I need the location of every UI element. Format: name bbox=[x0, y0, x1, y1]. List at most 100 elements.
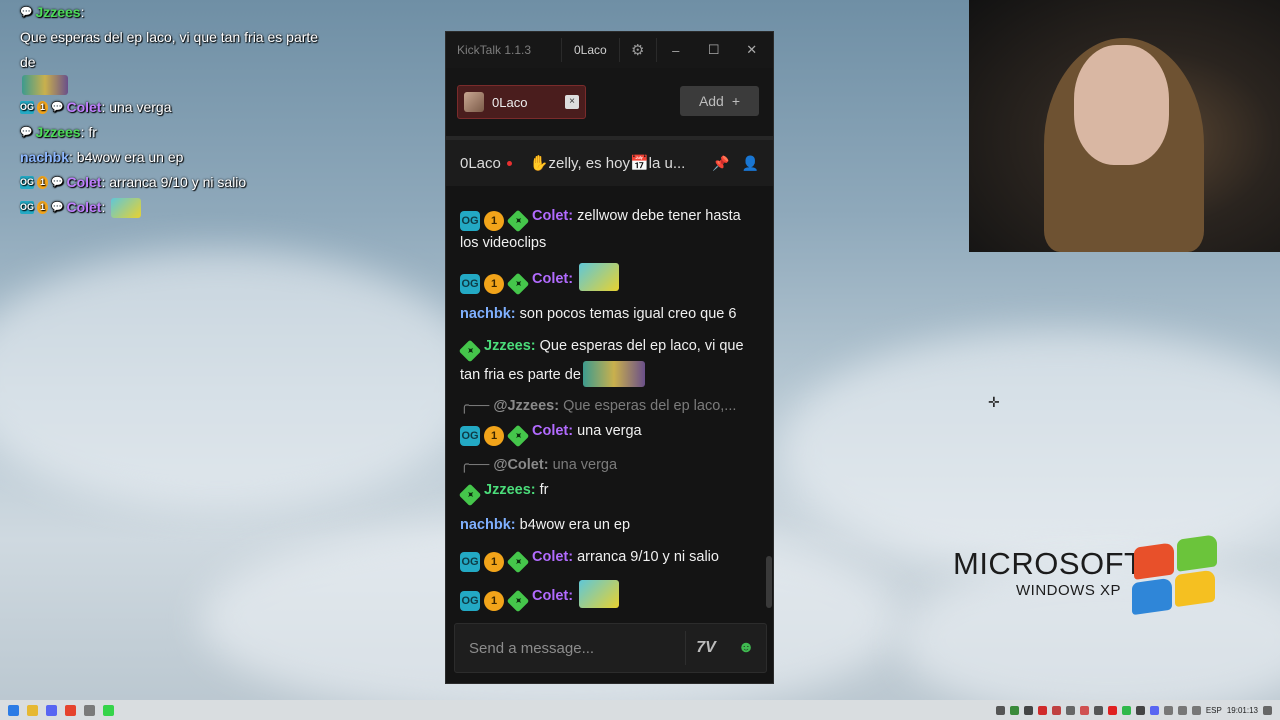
close-button[interactable]: ✕ bbox=[733, 42, 771, 58]
overlay-message: OG 1 💬 Colet: bbox=[20, 195, 330, 220]
reply-preview[interactable]: ╭── @Colet: una verga bbox=[460, 454, 759, 476]
windows-xp-logo: MICROSOFT WINDOWS XP bbox=[953, 546, 1144, 599]
separator: : bbox=[80, 4, 89, 20]
scrollbar[interactable] bbox=[766, 556, 772, 608]
tray-icon[interactable] bbox=[1135, 705, 1145, 715]
mic-icon[interactable] bbox=[1163, 705, 1173, 715]
chat-bubble-icon: 💬 bbox=[51, 202, 64, 213]
username[interactable]: Colet bbox=[532, 423, 568, 439]
chat-message[interactable]: nachbk: b4wow era un ep bbox=[460, 513, 759, 537]
user-icon[interactable]: 👤 bbox=[742, 155, 759, 172]
separator: : bbox=[510, 517, 520, 533]
first-badge-icon: 1 bbox=[37, 201, 48, 214]
chat-message[interactable]: OG 1 ✦ Colet: bbox=[460, 263, 759, 296]
username[interactable]: Colet bbox=[532, 271, 568, 287]
frog-emote bbox=[579, 580, 620, 608]
tray-icon[interactable] bbox=[1121, 705, 1131, 715]
tray-icon[interactable] bbox=[1009, 705, 1019, 715]
tray-icon[interactable] bbox=[1093, 705, 1103, 715]
overlay-chat: 💬 Jzzees: Que esperas del ep laco, vi que… bbox=[20, 0, 330, 220]
pin-icon[interactable]: 📌 bbox=[712, 155, 729, 172]
tray-icon[interactable] bbox=[1079, 705, 1089, 715]
title-bar: KickTalk 1.1.3 0Laco ⚙ – ☐ ✕ bbox=[446, 32, 773, 68]
username[interactable]: nachbk bbox=[460, 517, 511, 533]
overlay-message: nachbk: b4wow era un ep bbox=[20, 145, 330, 170]
notifications-icon[interactable] bbox=[1263, 705, 1272, 715]
message-list[interactable]: OG 1 ✦ Colet: zellwow debe tener hasta los … bbox=[446, 190, 773, 615]
tray-icon[interactable] bbox=[1107, 705, 1117, 715]
gear-icon[interactable]: ⚙ bbox=[620, 41, 656, 59]
add-label: Add bbox=[698, 93, 724, 109]
folder-icon[interactable] bbox=[27, 704, 38, 716]
overlay-message: OG 1 💬 Colet: una verga bbox=[20, 95, 330, 120]
maximize-button[interactable]: ☐ bbox=[695, 42, 733, 58]
current-user[interactable]: 0Laco bbox=[562, 43, 619, 57]
username[interactable]: Colet bbox=[532, 208, 568, 224]
reply-preview[interactable]: ╭── @Jzzees: Que esperas del ep laco,... bbox=[460, 395, 759, 417]
overlay-username: Colet bbox=[66, 99, 102, 115]
message-text: una verga bbox=[577, 423, 642, 439]
sub-badge-icon: ✦ bbox=[506, 209, 530, 233]
chat-message[interactable]: OG 1 ✦ Colet: arranca 9/10 y ni salio bbox=[460, 545, 759, 574]
username[interactable]: Jzzees bbox=[484, 338, 531, 354]
app-icon[interactable] bbox=[84, 704, 95, 716]
chat-bubble-icon: 💬 bbox=[20, 127, 33, 138]
7tv-emote-icon[interactable]: 7V bbox=[686, 639, 726, 657]
logo-text-microsoft: MICROSOFT bbox=[953, 546, 1144, 581]
start-icon[interactable] bbox=[8, 704, 19, 716]
language-indicator[interactable]: ESP bbox=[1206, 706, 1222, 715]
tray-icon[interactable] bbox=[995, 705, 1005, 715]
volume-icon[interactable] bbox=[1191, 705, 1201, 715]
chat-message[interactable]: ✦ Jzzees: Que esperas del ep laco, vi que… bbox=[458, 334, 759, 387]
minimize-button[interactable]: – bbox=[657, 43, 695, 58]
tabs-bar: 0Laco × Add + bbox=[446, 68, 773, 136]
message-input[interactable]: Send a message... bbox=[455, 640, 685, 657]
clock[interactable]: 19:01:13 bbox=[1227, 706, 1258, 715]
og-badge-icon: OG bbox=[20, 176, 35, 189]
sub-badge-icon: ✦ bbox=[458, 483, 482, 507]
discord-icon[interactable] bbox=[46, 704, 57, 716]
chat-message[interactable]: OG 1 ✦ Colet: bbox=[460, 580, 759, 613]
og-badge-icon: OG bbox=[20, 201, 35, 214]
overlay-username: Jzzees bbox=[35, 124, 81, 140]
sub-badge-icon: ✦ bbox=[458, 339, 482, 363]
tray-icon[interactable] bbox=[1149, 705, 1159, 715]
separator: : bbox=[568, 588, 578, 604]
username[interactable]: nachbk bbox=[460, 306, 511, 322]
system-tray: ESP 19:01:13 bbox=[995, 705, 1272, 715]
webcam-feed bbox=[969, 0, 1280, 252]
first-badge-icon: 1 bbox=[484, 274, 504, 294]
app-title: KickTalk 1.1.3 bbox=[457, 43, 532, 57]
network-icon[interactable] bbox=[1177, 705, 1187, 715]
overlay-message: 💬 Jzzees: Que esperas del ep laco, vi que… bbox=[20, 0, 330, 95]
username[interactable]: Colet bbox=[532, 549, 568, 565]
taskbar: ESP 19:01:13 bbox=[0, 700, 1280, 720]
reply-username: @Jzzees: bbox=[493, 398, 560, 414]
username[interactable]: Colet bbox=[532, 588, 568, 604]
frog-emote bbox=[579, 263, 620, 291]
wide-emote bbox=[22, 75, 68, 95]
kick-icon[interactable] bbox=[103, 704, 114, 716]
chat-bubble-icon: 💬 bbox=[51, 177, 64, 188]
chat-message[interactable]: OG 1 ✦ Colet: una verga bbox=[460, 419, 759, 448]
separator: : bbox=[101, 199, 110, 215]
close-tab-icon[interactable]: × bbox=[565, 95, 579, 109]
tray-icon[interactable] bbox=[1065, 705, 1075, 715]
chat-message[interactable]: OG 1 ✦ Colet: zellwow debe tener hasta los … bbox=[460, 204, 759, 255]
message-text: arranca 9/10 y ni salio bbox=[577, 549, 719, 565]
tray-icon[interactable] bbox=[1037, 705, 1047, 715]
tab-0laco[interactable]: 0Laco × bbox=[457, 85, 586, 119]
clipped-emote bbox=[460, 190, 759, 204]
username[interactable]: Jzzees bbox=[484, 482, 531, 498]
browser-icon[interactable] bbox=[65, 704, 76, 716]
separator: : bbox=[568, 549, 578, 565]
chat-message[interactable]: nachbk: son pocos temas igual creo que 6 bbox=[460, 302, 759, 326]
add-button[interactable]: Add + bbox=[680, 86, 759, 116]
chat-message[interactable]: ✦ Jzzees: fr bbox=[458, 478, 759, 507]
tray-icon[interactable] bbox=[1023, 705, 1033, 715]
stream-title: ✋zelly, es hoy📅la u... bbox=[529, 155, 686, 172]
first-badge-icon: 1 bbox=[484, 211, 504, 231]
overlay-text: b4wow era un ep bbox=[76, 149, 184, 165]
tray-icon[interactable] bbox=[1051, 705, 1061, 715]
kick-emote-icon[interactable]: ☻ bbox=[726, 639, 766, 657]
